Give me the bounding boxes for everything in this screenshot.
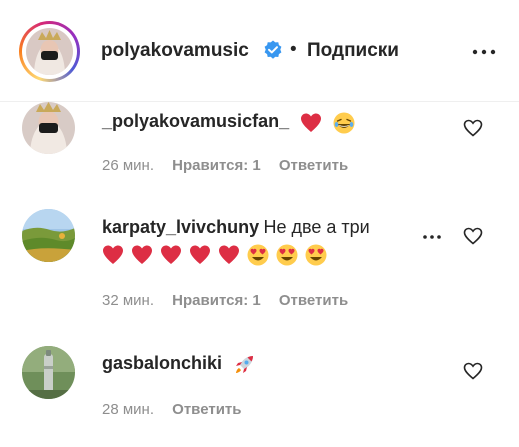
comment-body: gasbalonchiki — [102, 353, 262, 376]
header-username[interactable]: polyakovamusic — [101, 40, 249, 62]
heart-eyes-emoji-icon — [247, 244, 269, 266]
comment-avatar[interactable] — [22, 209, 75, 262]
comment-likes[interactable]: Нравится: 1 — [172, 292, 261, 309]
comment-body: _polyakovamusicfan_ — [102, 111, 362, 134]
comment-body: karpaty_lvivchuny Не две а три — [102, 217, 370, 238]
comment-item: _polyakovamusicfan_ 26 мин. Нравится: 1 … — [0, 102, 519, 192]
comment-meta: 26 мин. Нравится: 1 Ответить — [102, 157, 362, 174]
heart-eyes-emoji-icon — [305, 244, 327, 266]
reply-button[interactable]: Ответить — [279, 292, 348, 309]
comment-username[interactable]: _polyakovamusicfan_ — [102, 111, 289, 131]
comment-time: 28 мин. — [102, 401, 154, 418]
more-options-icon[interactable] — [469, 42, 499, 62]
avatar-image — [26, 28, 73, 75]
like-comment-icon[interactable] — [463, 226, 483, 246]
reply-button[interactable]: Ответить — [172, 401, 241, 418]
comment-time: 32 мин. — [102, 292, 154, 309]
like-comment-icon[interactable] — [463, 361, 483, 381]
laughing-face-emoji-icon — [333, 112, 355, 134]
comment-item: gasbalonchiki 28 мин. Ответить — [0, 346, 519, 446]
red-heart-emoji-icon — [300, 113, 321, 132]
comment-meta: 28 мин. Ответить — [102, 401, 256, 418]
red-heart-emoji-icon — [161, 245, 181, 264]
red-heart-emoji-icon — [219, 245, 239, 264]
comment-text: Не две а три — [263, 217, 370, 237]
comment-time: 26 мин. — [102, 157, 154, 174]
comment-username[interactable]: karpaty_lvivchuny — [102, 217, 259, 237]
red-heart-emoji-icon — [190, 245, 210, 264]
comment-options-icon[interactable] — [420, 231, 444, 243]
red-heart-emoji-icon — [103, 245, 123, 264]
rocket-emoji-icon — [235, 355, 253, 373]
comment-meta: 32 мин. Нравится: 1 Ответить — [102, 292, 362, 309]
comment-avatar[interactable] — [22, 102, 75, 154]
following-button[interactable]: Подписки — [307, 40, 399, 62]
comment-item: karpaty_lvivchuny Не две а три 32 мин. Н… — [0, 209, 519, 319]
separator-dot: • — [290, 39, 297, 60]
post-header: polyakovamusic • Подписки — [0, 0, 519, 102]
heart-eyes-emoji-icon — [276, 244, 298, 266]
comment-likes[interactable]: Нравится: 1 — [172, 157, 261, 174]
header-avatar[interactable] — [19, 21, 80, 82]
verified-badge-icon — [264, 40, 282, 59]
red-heart-emoji-icon — [132, 245, 152, 264]
like-comment-icon[interactable] — [463, 118, 483, 138]
comment-username[interactable]: gasbalonchiki — [102, 353, 222, 373]
emoji-row — [102, 244, 334, 266]
reply-button[interactable]: Ответить — [279, 157, 348, 174]
comment-avatar[interactable] — [22, 346, 75, 399]
